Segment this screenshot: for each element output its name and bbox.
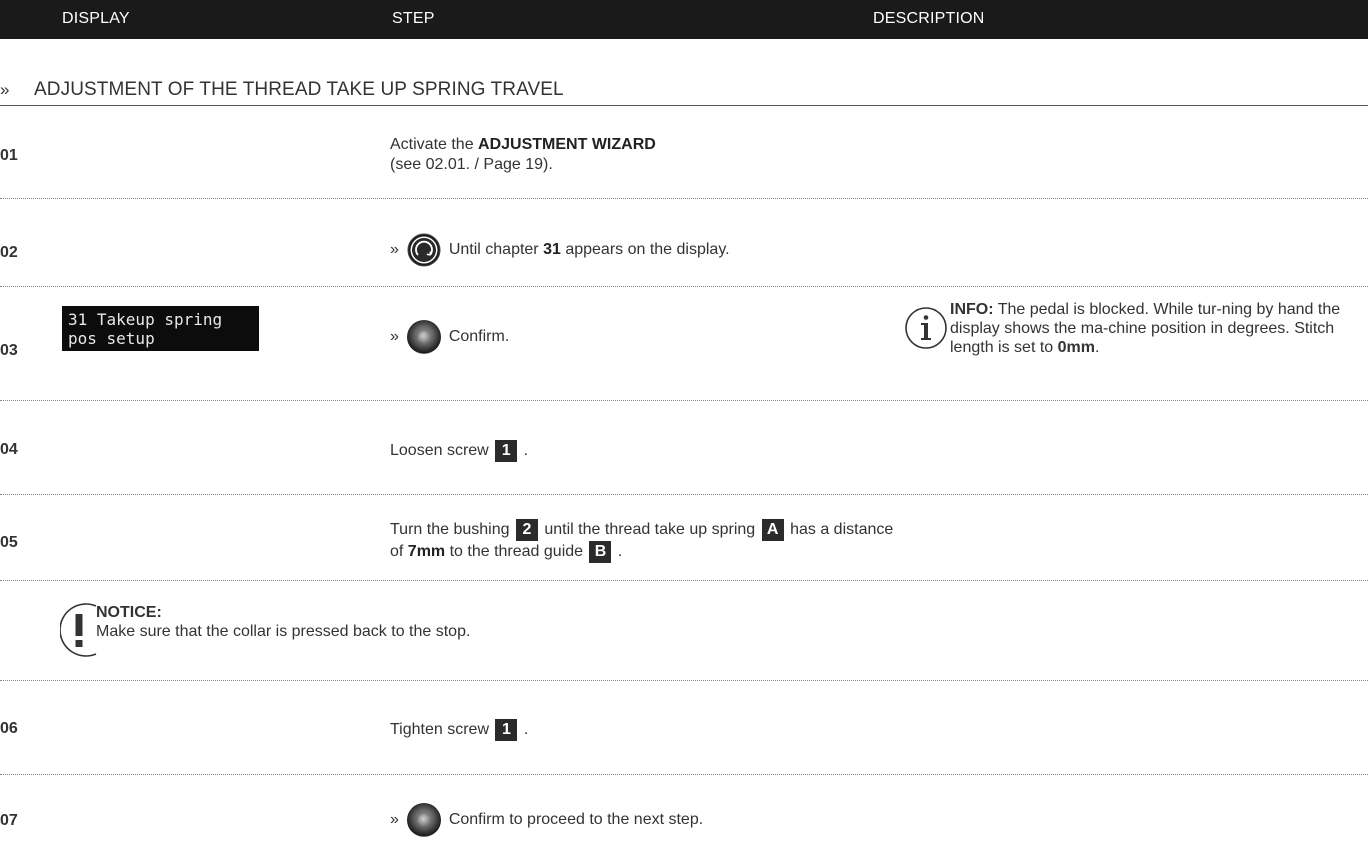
step-06-post: . xyxy=(519,721,529,739)
lcd-display: 31 Takeup spring pos setup xyxy=(62,306,259,351)
info-bold: 0mm xyxy=(1057,339,1095,356)
header-step: STEP xyxy=(392,10,435,27)
step-04-post: . xyxy=(519,442,529,460)
rotary-knob-press-icon xyxy=(407,320,442,354)
step-05-line2-post: . xyxy=(613,543,623,561)
info-icon xyxy=(905,307,947,349)
step-02-pre: Until chapter xyxy=(448,241,544,259)
lcd-line-1: 31 Takeup spring xyxy=(68,310,223,329)
info-label: INFO: xyxy=(950,301,994,318)
lcd-line-2: pos setup xyxy=(68,329,155,348)
step-02-prefix: » xyxy=(390,241,399,259)
rotary-knob-turn-icon xyxy=(407,233,441,267)
info-end: . xyxy=(1094,339,1100,356)
exclamation-icon xyxy=(60,603,97,657)
rotary-knob-press-icon xyxy=(407,803,442,837)
notice-label: NOTICE: xyxy=(96,604,162,621)
step-06-text: Tighten screw 1 . xyxy=(390,719,528,741)
step-07-text: » Confirm to proceed to the next step. xyxy=(390,803,703,837)
step-05-text: Turn the bushing 2 until the thread take… xyxy=(390,519,894,564)
header-description: DESCRIPTION xyxy=(873,10,985,27)
step-03-prefix: » xyxy=(390,328,399,346)
callout-tag-1: 1 xyxy=(495,440,518,462)
step-number-01: 01 xyxy=(0,147,18,164)
step-05-pre: Turn the bushing xyxy=(390,521,514,539)
step-03-confirm: Confirm. xyxy=(448,328,510,346)
step-05-mid2: has a distance xyxy=(785,521,894,539)
row-divider xyxy=(0,774,1368,775)
step-02-text: » Until chapter 31 appears on the displa… xyxy=(390,233,730,267)
step-06-pre: Tighten screw xyxy=(390,721,494,739)
step-04-pre: Loosen screw xyxy=(390,442,494,460)
step-03-text: » Confirm. xyxy=(390,320,509,354)
step-number-05: 05 xyxy=(0,534,18,551)
step-01-line2: (see 02.01. / Page 19). xyxy=(390,156,553,173)
row-divider xyxy=(0,400,1368,401)
callout-tag-2: 2 xyxy=(515,519,538,541)
row-divider xyxy=(0,580,1368,581)
section-chevron: » xyxy=(0,80,10,99)
row-divider xyxy=(0,680,1368,681)
step-05-mid1: until the thread take up spring xyxy=(539,521,760,539)
step-05-line2-bold: 7mm xyxy=(407,543,446,561)
callout-tag-1: 1 xyxy=(495,719,518,741)
step-05-line2-mid: to the thread guide xyxy=(445,543,588,561)
step-number-02: 02 xyxy=(0,244,18,261)
section-title: » ADJUSTMENT OF THE THREAD TAKE UP SPRIN… xyxy=(0,79,1368,106)
step-07-prefix: » xyxy=(390,811,399,829)
info-note: INFO: The pedal is blocked. While tur-ni… xyxy=(950,300,1365,357)
notice: NOTICE: Make sure that the collar is pre… xyxy=(96,603,470,641)
callout-tag-B: B xyxy=(589,541,612,564)
section-title-text: ADJUSTMENT OF THE THREAD TAKE UP SPRING … xyxy=(34,79,564,100)
info-text: The pedal is blocked. While tur-ning by … xyxy=(950,301,1341,356)
step-02-post: appears on the display. xyxy=(560,241,730,259)
header-display: DISPLAY xyxy=(62,10,130,27)
step-05-line2-pre: of xyxy=(390,543,408,561)
row-divider xyxy=(0,286,1368,287)
step-number-07: 07 xyxy=(0,812,18,829)
step-01-bold: ADJUSTMENT WIZARD xyxy=(478,136,656,153)
step-number-03: 03 xyxy=(0,342,18,359)
table-header: DISPLAY STEP DESCRIPTION xyxy=(0,0,1368,39)
callout-tag-A: A xyxy=(761,519,784,541)
row-divider xyxy=(0,198,1368,199)
step-number-04: 04 xyxy=(0,441,18,458)
notice-text: Make sure that the collar is pressed bac… xyxy=(96,623,471,640)
step-07-confirm: Confirm to proceed to the next step. xyxy=(448,811,704,829)
step-01-pre: Activate the xyxy=(390,136,479,153)
row-divider xyxy=(0,494,1368,495)
step-number-06: 06 xyxy=(0,720,18,737)
step-01-text: Activate the ADJUSTMENT WIZARD (see 02.0… xyxy=(390,135,656,175)
step-04-text: Loosen screw 1 . xyxy=(390,440,528,462)
step-02-bold: 31 xyxy=(543,241,561,259)
